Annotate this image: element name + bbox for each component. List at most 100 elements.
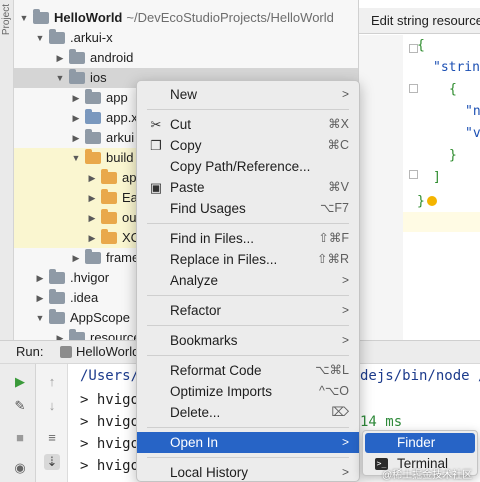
context-menu: New > ✂ Cut ⌘X ❐ Copy ⌘C Copy Path/Refer…	[136, 80, 360, 482]
menu-item-find-usages[interactable]: Find Usages ⌥F7	[137, 198, 359, 219]
tree-row-idea[interactable]: ▶ .idea	[34, 288, 98, 308]
tree-item-label: AppScope	[70, 310, 130, 325]
menu-item-find-in-files[interactable]: Find in Files... ⇧⌘F	[137, 228, 359, 249]
submenu-item-finder[interactable]: Finder	[365, 433, 475, 453]
fold-marker-icon[interactable]	[409, 84, 418, 93]
arrow-up-icon[interactable]: ↑	[44, 374, 60, 390]
menu-item-label: Paste	[170, 180, 205, 195]
menu-item-reformat-code[interactable]: Reformat Code ⌥⌘L	[137, 360, 359, 381]
console-line-tail: 14 ms	[360, 414, 403, 430]
menu-shortcut: ⌘V	[328, 180, 349, 194]
chevron-right-icon[interactable]: ▶	[86, 188, 98, 208]
tree-row-app[interactable]: ▶ app	[70, 88, 128, 108]
folder-icon	[101, 169, 117, 184]
chevron-right-icon[interactable]: ▶	[70, 128, 82, 148]
chevron-right-icon[interactable]: ▶	[70, 248, 82, 268]
chevron-down-icon[interactable]: ▼	[54, 68, 66, 88]
menu-item-label: Reformat Code	[170, 363, 262, 378]
console-line-tail: dejs/bin/node /	[360, 368, 480, 384]
chevron-right-icon[interactable]: ▶	[70, 108, 82, 128]
folder-icon	[85, 149, 101, 164]
chevron-right-icon[interactable]: ▶	[86, 228, 98, 248]
menu-item-paste[interactable]: ▣ Paste ⌘V	[137, 177, 359, 198]
menu-item-label: Replace in Files...	[170, 252, 278, 267]
menu-item-local-history[interactable]: Local History >	[137, 462, 359, 482]
chevron-right-icon[interactable]: ▶	[54, 48, 66, 68]
menu-item-label: Analyze	[170, 273, 219, 288]
menu-separator	[147, 355, 349, 356]
menu-item-analyze[interactable]: Analyze >	[137, 270, 359, 291]
scroll-to-end-icon[interactable]: ⇣	[44, 454, 60, 470]
menu-shortcut: ⌘C	[327, 138, 349, 152]
tree-item-label: android	[90, 50, 134, 65]
chevron-down-icon[interactable]: ▼	[70, 148, 82, 168]
wrap-icon[interactable]: ≡	[44, 430, 60, 446]
tree-item-label: frame	[106, 250, 140, 265]
submenu-item-label: Finder	[397, 435, 436, 450]
tree-row-root[interactable]: ▼ HelloWorld ~/DevEcoStudioProjects/Hell…	[18, 8, 334, 28]
menu-item-new[interactable]: New >	[137, 84, 359, 105]
project-tool-label[interactable]: Project	[1, 4, 12, 35]
tree-item-label: build	[106, 150, 134, 165]
tree-row-hvigor[interactable]: ▶ .hvigor	[34, 268, 109, 288]
chevron-down-icon[interactable]: ▼	[34, 28, 46, 48]
menu-item-label: Copy Path/Reference...	[170, 159, 311, 174]
fold-marker-icon[interactable]	[409, 170, 418, 179]
chevron-right-icon[interactable]: ▶	[54, 328, 66, 340]
folder-icon	[49, 289, 65, 304]
arrow-down-icon[interactable]: ↓	[44, 398, 60, 414]
left-tool-gutter: Project	[0, 0, 14, 340]
tree-item-label: ap	[122, 170, 137, 185]
menu-shortcut: ⌦	[331, 405, 349, 419]
camera-icon[interactable]: ◉	[12, 460, 28, 476]
console-line: > hvigo	[80, 458, 140, 474]
menu-item-label: New	[170, 87, 198, 102]
tree-row-android[interactable]: ▶ android	[54, 48, 133, 68]
tree-row-resources[interactable]: ▶ resources	[54, 328, 147, 340]
chevron-right-icon[interactable]: ▶	[86, 168, 98, 188]
code-line-5: "v	[465, 126, 480, 141]
console-line: /Users/	[80, 368, 140, 384]
chevron-right-icon[interactable]: ▶	[34, 268, 46, 288]
chevron-down-icon[interactable]: ▼	[18, 8, 30, 28]
menu-shortcut: ⇧⌘F	[318, 231, 349, 245]
menu-item-open-in[interactable]: Open In >	[137, 432, 359, 453]
stop-icon[interactable]: ■	[12, 430, 28, 446]
folder-icon	[101, 229, 117, 244]
run-icon[interactable]: ▶	[12, 374, 28, 390]
tree-row-app-x[interactable]: ▶ app.x	[70, 108, 138, 128]
tree-row-arkui-x[interactable]: ▼ .arkui-x	[34, 28, 113, 48]
tree-item-label: .hvigor	[70, 270, 110, 285]
run-tab[interactable]: HelloWorld	[60, 341, 139, 363]
chevron-right-icon[interactable]: ▶	[86, 208, 98, 228]
wrench-icon[interactable]: ✎	[12, 398, 28, 414]
menu-item-optimize-imports[interactable]: Optimize Imports ^⌥O	[137, 381, 359, 402]
menu-item-bookmarks[interactable]: Bookmarks >	[137, 330, 359, 351]
folder-icon	[33, 9, 49, 24]
chevron-down-icon[interactable]: ▼	[34, 308, 46, 328]
menu-shortcut: ^⌥O	[319, 384, 349, 398]
menu-item-copy-path[interactable]: Copy Path/Reference...	[137, 156, 359, 177]
tree-row-arkui[interactable]: ▶ arkui	[70, 128, 134, 148]
lightbulb-icon[interactable]	[427, 196, 437, 206]
code-line-4: "n	[465, 104, 480, 119]
current-line-highlight	[403, 212, 480, 232]
tree-row-appscope[interactable]: ▼ AppScope	[34, 308, 130, 328]
tree-root-path: ~/DevEcoStudioProjects/HelloWorld	[126, 10, 334, 25]
menu-item-refactor[interactable]: Refactor >	[137, 300, 359, 321]
menu-separator	[147, 223, 349, 224]
run-tab-label: HelloWorld	[76, 344, 140, 359]
scissors-icon: ✂	[150, 117, 162, 132]
chevron-right-icon: >	[341, 273, 349, 287]
menu-item-copy[interactable]: ❐ Copy ⌘C	[137, 135, 359, 156]
chevron-right-icon[interactable]: ▶	[34, 288, 46, 308]
editor-tab[interactable]: Edit string resources	[359, 8, 480, 34]
menu-item-delete[interactable]: Delete... ⌦	[137, 402, 359, 423]
tree-row-frame[interactable]: ▶ frame	[70, 248, 139, 268]
editor-pane[interactable]: Edit string resources { "strin { "n "v }…	[358, 0, 480, 340]
menu-item-replace-in-files[interactable]: Replace in Files... ⇧⌘R	[137, 249, 359, 270]
chevron-right-icon[interactable]: ▶	[70, 88, 82, 108]
chevron-right-icon: >	[341, 303, 349, 317]
menu-item-cut[interactable]: ✂ Cut ⌘X	[137, 114, 359, 135]
tree-root-label: HelloWorld	[54, 10, 123, 25]
